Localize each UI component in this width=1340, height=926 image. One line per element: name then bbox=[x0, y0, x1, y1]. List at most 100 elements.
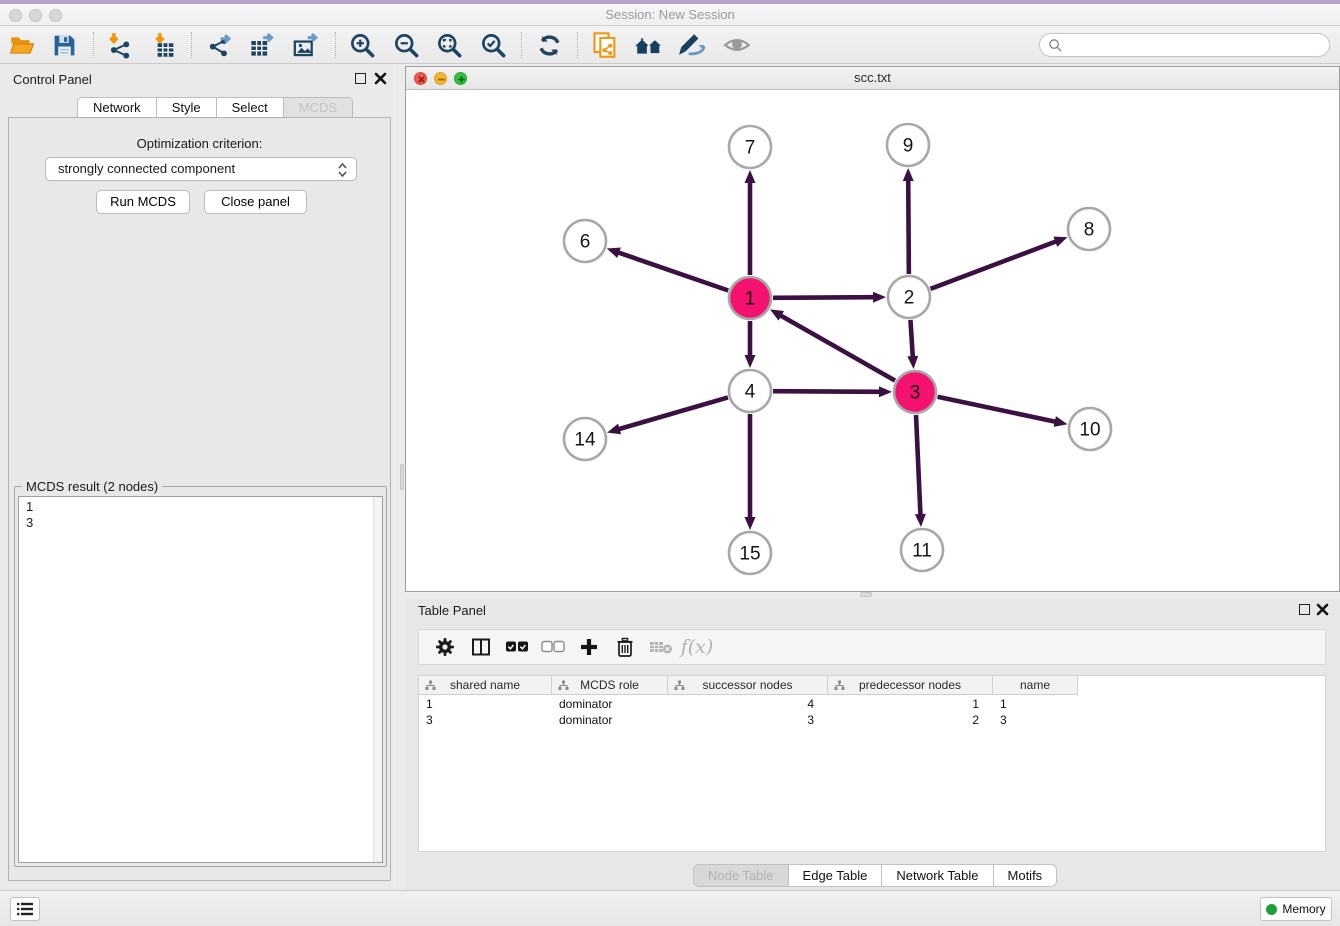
graph-node-label-1: 1 bbox=[745, 289, 756, 310]
column-header-name[interactable]: name bbox=[993, 676, 1078, 695]
table-row[interactable]: 1dominator411 bbox=[419, 696, 1078, 712]
run-mcds-button[interactable]: Run MCDS bbox=[96, 190, 190, 214]
table-cell[interactable]: 3 bbox=[668, 712, 828, 728]
table-cell[interactable]: dominator bbox=[552, 712, 668, 728]
delete-columns-button[interactable] bbox=[607, 632, 643, 662]
table-cell[interactable]: 4 bbox=[668, 696, 828, 712]
control-panel-tabs: NetworkStyleSelectMCDS bbox=[77, 97, 353, 118]
open-session-button[interactable] bbox=[5, 30, 39, 60]
add-column-button[interactable] bbox=[571, 632, 607, 662]
mcds-result-scrollbar[interactable] bbox=[373, 497, 382, 862]
zoom-fit-button[interactable] bbox=[432, 30, 466, 60]
select-all-columns-button[interactable] bbox=[499, 632, 535, 662]
table-cell[interactable]: 2 bbox=[828, 712, 993, 728]
graph-node-label-8: 8 bbox=[1084, 220, 1095, 241]
graph-arrowhead-1-4 bbox=[745, 355, 756, 368]
show-column-panel-button[interactable] bbox=[463, 632, 499, 662]
table-cell[interactable]: 1 bbox=[419, 696, 552, 712]
tab-select[interactable]: Select bbox=[216, 97, 284, 118]
graph-edge-3-10[interactable] bbox=[938, 397, 1057, 422]
export-image-icon bbox=[292, 32, 319, 59]
deselect-all-columns-button[interactable] bbox=[535, 632, 571, 662]
export-table-button[interactable] bbox=[244, 30, 278, 60]
save-session-button[interactable] bbox=[47, 30, 81, 60]
table-row[interactable]: 3dominator323 bbox=[419, 712, 1078, 728]
float-table-panel-icon[interactable] bbox=[1299, 604, 1310, 615]
criterion-value: strongly connected component bbox=[58, 161, 235, 176]
graph-edge-1-2[interactable] bbox=[773, 297, 875, 298]
close-panel-icon[interactable] bbox=[374, 72, 387, 85]
graph-edge-2-8[interactable] bbox=[931, 241, 1058, 289]
fx-icon: f(x) bbox=[681, 636, 714, 658]
close-table-panel-icon[interactable] bbox=[1316, 603, 1329, 616]
table-cell[interactable]: 3 bbox=[993, 712, 1078, 728]
delete-table-icon bbox=[649, 639, 673, 655]
table-cell[interactable]: 3 bbox=[419, 712, 552, 728]
graph-edge-4-3[interactable] bbox=[773, 391, 881, 392]
graph-edge-3-11[interactable] bbox=[916, 415, 920, 516]
table-cell[interactable]: 1 bbox=[993, 696, 1078, 712]
export-table-icon bbox=[248, 32, 275, 59]
graph-svg: 7968124314101511 bbox=[406, 90, 1339, 591]
clone-network-button[interactable] bbox=[588, 30, 622, 60]
control-panel-header: Control Panel bbox=[0, 64, 399, 94]
export-network-button[interactable] bbox=[202, 30, 236, 60]
memory-button[interactable]: Memory bbox=[1260, 897, 1332, 921]
criterion-select[interactable]: strongly connected component bbox=[45, 157, 357, 181]
zoom-selected-button[interactable] bbox=[476, 30, 510, 60]
apply-function-button[interactable]: f(x) bbox=[679, 632, 715, 662]
tab-mcds[interactable]: MCDS bbox=[283, 97, 353, 118]
graph-arrowhead-4-14 bbox=[607, 424, 621, 435]
graph-edge-2-3[interactable] bbox=[910, 320, 912, 358]
graph-edge-2-9[interactable] bbox=[908, 179, 909, 274]
node-table-header: shared name MCDS rolesuccessor nodesprede… bbox=[419, 676, 1078, 695]
mcds-result-box[interactable]: 13 bbox=[18, 496, 383, 863]
toolbar-separator bbox=[335, 32, 336, 58]
tab-edge-table[interactable]: Edge Table bbox=[788, 864, 883, 887]
horizontal-divider-handle[interactable] bbox=[860, 592, 872, 597]
column-header-successor-nodes[interactable]: successor nodes bbox=[668, 676, 828, 695]
float-panel-icon[interactable] bbox=[355, 73, 366, 84]
graph-edge-4-14[interactable] bbox=[618, 397, 728, 429]
apply-style-button[interactable] bbox=[675, 30, 709, 60]
import-network-button[interactable] bbox=[102, 30, 136, 60]
table-options-button[interactable] bbox=[427, 632, 463, 662]
search-input[interactable] bbox=[1063, 38, 1329, 53]
zoom-out-button[interactable] bbox=[389, 30, 423, 60]
tab-style[interactable]: Style bbox=[156, 97, 217, 118]
network-view-window: scc.txt 7968124314101511 bbox=[405, 66, 1340, 592]
memory-status-icon bbox=[1266, 904, 1277, 915]
close-panel-button[interactable]: Close panel bbox=[204, 190, 307, 214]
tab-motifs[interactable]: Motifs bbox=[993, 864, 1058, 887]
table-panel-title: Table Panel bbox=[418, 603, 486, 618]
delete-table-button[interactable] bbox=[643, 632, 679, 662]
tab-network[interactable]: Network bbox=[77, 97, 157, 118]
export-image-button[interactable] bbox=[288, 30, 322, 60]
column-header-predecessor-nodes[interactable]: predecessor nodes bbox=[828, 676, 993, 695]
table-cell[interactable]: 1 bbox=[828, 696, 993, 712]
graph-node-label-14: 14 bbox=[574, 430, 596, 451]
import-table-button[interactable] bbox=[148, 30, 182, 60]
graph-edge-3-1[interactable] bbox=[780, 315, 895, 381]
graph-edge-1-6[interactable] bbox=[617, 252, 728, 290]
column-tree-icon bbox=[425, 680, 436, 691]
vertical-divider-handle[interactable] bbox=[400, 464, 404, 490]
table-cell[interactable]: dominator bbox=[552, 696, 668, 712]
column-header-label: name bbox=[1020, 678, 1050, 692]
column-tree-icon bbox=[834, 680, 845, 691]
home-icon bbox=[634, 32, 664, 58]
column-header-shared-name[interactable]: shared name bbox=[419, 676, 552, 695]
column-header-MCDS-role[interactable]: MCDS role bbox=[552, 676, 668, 695]
zoom-in-button[interactable] bbox=[345, 30, 379, 60]
control-panel-title: Control Panel bbox=[13, 72, 92, 87]
column-header-label: shared name bbox=[450, 678, 520, 692]
tab-network-table[interactable]: Network Table bbox=[881, 864, 993, 887]
network-home-button[interactable] bbox=[632, 30, 666, 60]
tab-node-table[interactable]: Node Table bbox=[693, 864, 789, 887]
task-history-button[interactable] bbox=[10, 897, 40, 921]
show-hide-button[interactable] bbox=[720, 30, 754, 60]
zoom-in-icon bbox=[349, 32, 376, 59]
node-table[interactable]: shared name MCDS rolesuccessor nodesprede… bbox=[418, 675, 1326, 852]
update-view-button[interactable] bbox=[532, 30, 566, 60]
column-tree-icon bbox=[674, 680, 685, 691]
